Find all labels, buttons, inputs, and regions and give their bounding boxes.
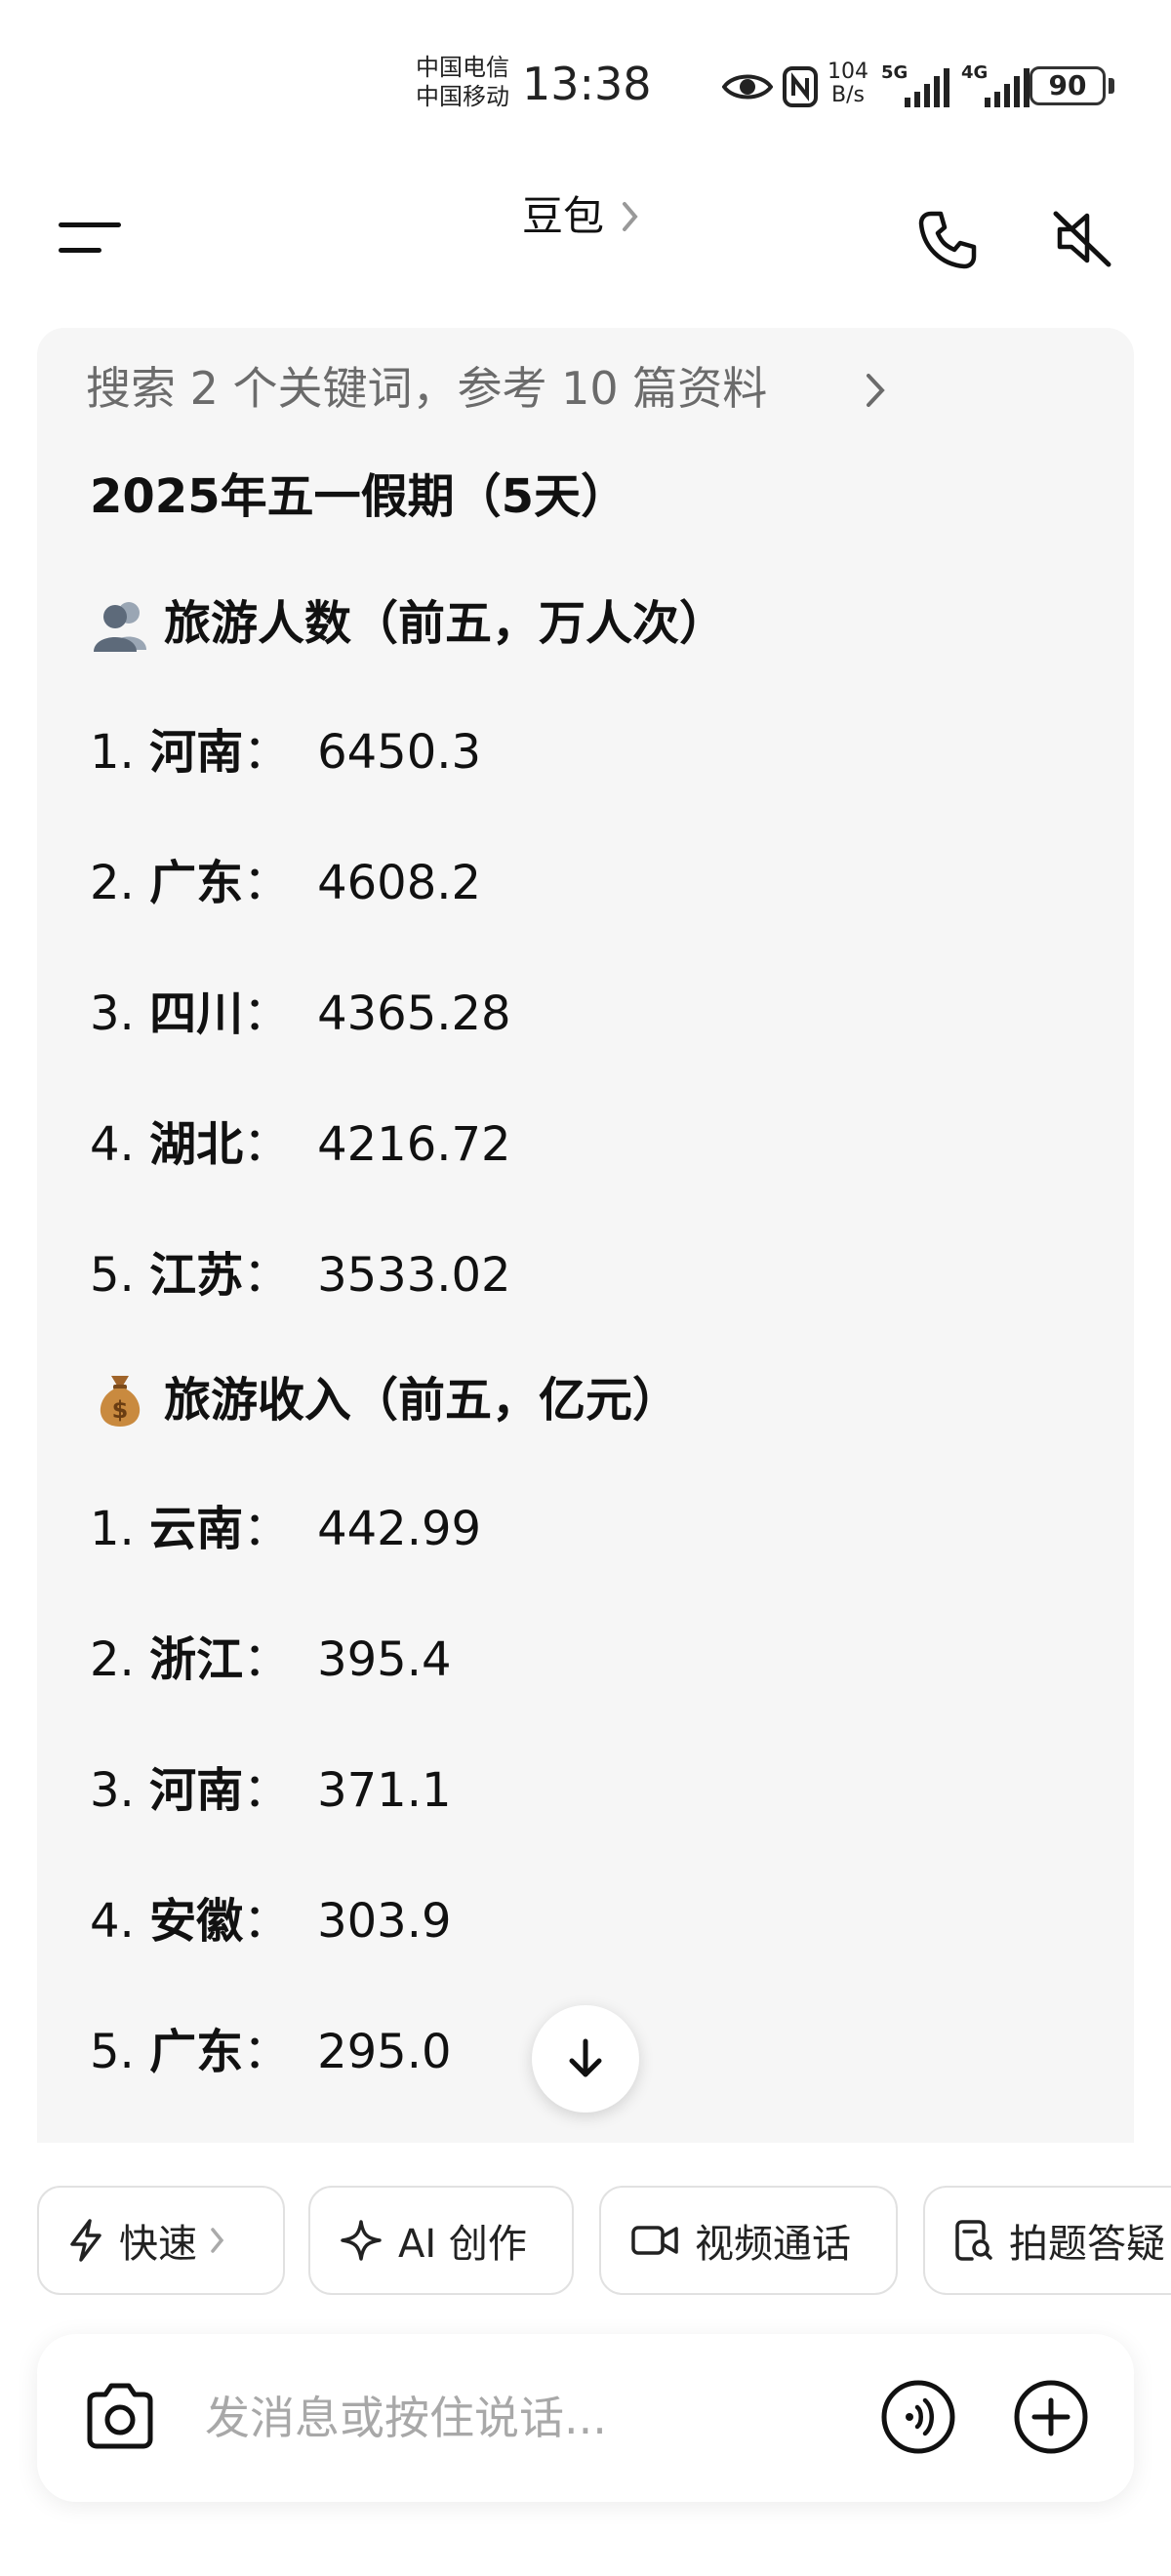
chevron-right-icon[interactable] — [864, 371, 887, 410]
section-heading-text: 旅游人数（前五，万人次） — [164, 596, 727, 651]
menu-icon[interactable] — [59, 222, 121, 256]
people-silhouette-icon — [94, 602, 146, 652]
chevron-right-icon — [211, 2228, 224, 2253]
quick-action-ai-create[interactable]: AI 创作 — [308, 2186, 574, 2295]
signal-bars-icon — [905, 68, 949, 107]
list-item: 1. 云南： 442.99 — [90, 1502, 482, 1556]
speaker-muted-icon[interactable] — [1052, 208, 1112, 268]
phone-icon[interactable] — [917, 210, 978, 270]
chip-label: 视频通话 — [695, 2222, 851, 2267]
section-heading-text: 旅游收入（前五，亿元） — [164, 1373, 680, 1428]
video-camera-icon — [631, 2226, 678, 2255]
quick-action-photo-question[interactable]: 拍题答疑 — [923, 2186, 1171, 2295]
list-item: 5. 江苏： 3533.02 — [90, 1248, 511, 1303]
list-item: 4. 湖北： 4216.72 — [90, 1117, 511, 1172]
carrier-2: 中国移动 — [416, 83, 509, 110]
network-speed: 104 B/s — [828, 60, 868, 107]
chip-label: 快速 — [119, 2222, 197, 2267]
quick-action-fast[interactable]: 快速 — [37, 2186, 285, 2295]
svg-text:$: $ — [112, 1396, 129, 1424]
chevron-right-icon[interactable] — [621, 200, 640, 233]
status-time: 13:38 — [522, 58, 652, 110]
quick-action-video-call[interactable]: 视频通话 — [599, 2186, 898, 2295]
money-bag-icon: $ — [100, 1376, 141, 1427]
search-reference-link[interactable]: 搜索 2 个关键词，参考 10 篇资料 — [86, 359, 767, 418]
list-item: 2. 浙江： 395.4 — [90, 1632, 452, 1687]
signal-4g: 4G — [961, 62, 1033, 107]
battery-indicator: 90 — [1030, 66, 1106, 105]
eye-icon — [722, 74, 773, 100]
section-heading-revenue: $ 旅游收入（前五，亿元） — [90, 1368, 679, 1432]
camera-icon[interactable] — [82, 2381, 158, 2451]
chat-title[interactable]: 豆包 — [522, 187, 604, 246]
lightning-icon — [70, 2219, 101, 2262]
speed-unit: B/s — [831, 83, 865, 107]
list-item: 3. 四川： 4365.28 — [90, 986, 511, 1041]
signal-bars-icon — [985, 68, 1030, 107]
chip-label: AI 创作 — [398, 2222, 527, 2267]
battery-tip — [1109, 78, 1114, 94]
nfc-icon — [783, 66, 818, 107]
section-heading-visitors: 旅游人数（前五，万人次） — [90, 591, 726, 656]
document-search-icon — [955, 2220, 992, 2261]
list-item: 4. 安徽： 303.9 — [90, 1894, 452, 1949]
list-item: 3. 河南： 371.1 — [90, 1763, 452, 1818]
speed-value: 104 — [828, 60, 868, 84]
plus-circle-icon[interactable] — [1013, 2379, 1089, 2455]
list-item: 5. 广东： 295.0 — [90, 2025, 452, 2079]
list-item: 2. 广东： 4608.2 — [90, 856, 482, 910]
status-bar: 中国电信 中国移动 13:38 104 B/s 5G 4G 90 — [0, 0, 1171, 171]
chip-label: 拍题答疑 — [1009, 2222, 1165, 2267]
arrow-down-icon — [569, 2038, 602, 2077]
message-input[interactable] — [203, 2381, 847, 2455]
list-item: 1. 河南： 6450.3 — [90, 725, 482, 780]
carrier-1: 中国电信 — [416, 54, 509, 81]
sparkle-icon — [341, 2220, 382, 2261]
voice-wave-icon[interactable] — [880, 2379, 956, 2455]
answer-title: 2025年五一假期（5天） — [90, 469, 627, 524]
signal-5g: 5G — [881, 62, 953, 107]
carrier-labels: 中国电信 中国移动 — [416, 53, 509, 111]
scroll-to-bottom-button[interactable] — [532, 2005, 639, 2113]
